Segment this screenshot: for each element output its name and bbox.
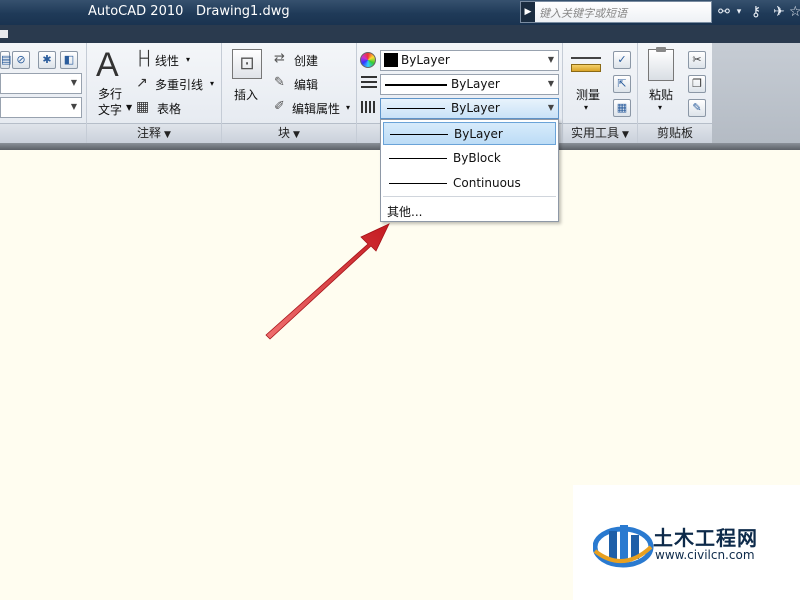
watermark-logo: 土木工程网 www.civilcn.com	[573, 485, 800, 600]
watermark-url: www.civilcn.com	[655, 548, 755, 562]
watermark-site-name: 土木工程网	[653, 526, 758, 550]
civilcn-logo-icon	[593, 525, 654, 568]
